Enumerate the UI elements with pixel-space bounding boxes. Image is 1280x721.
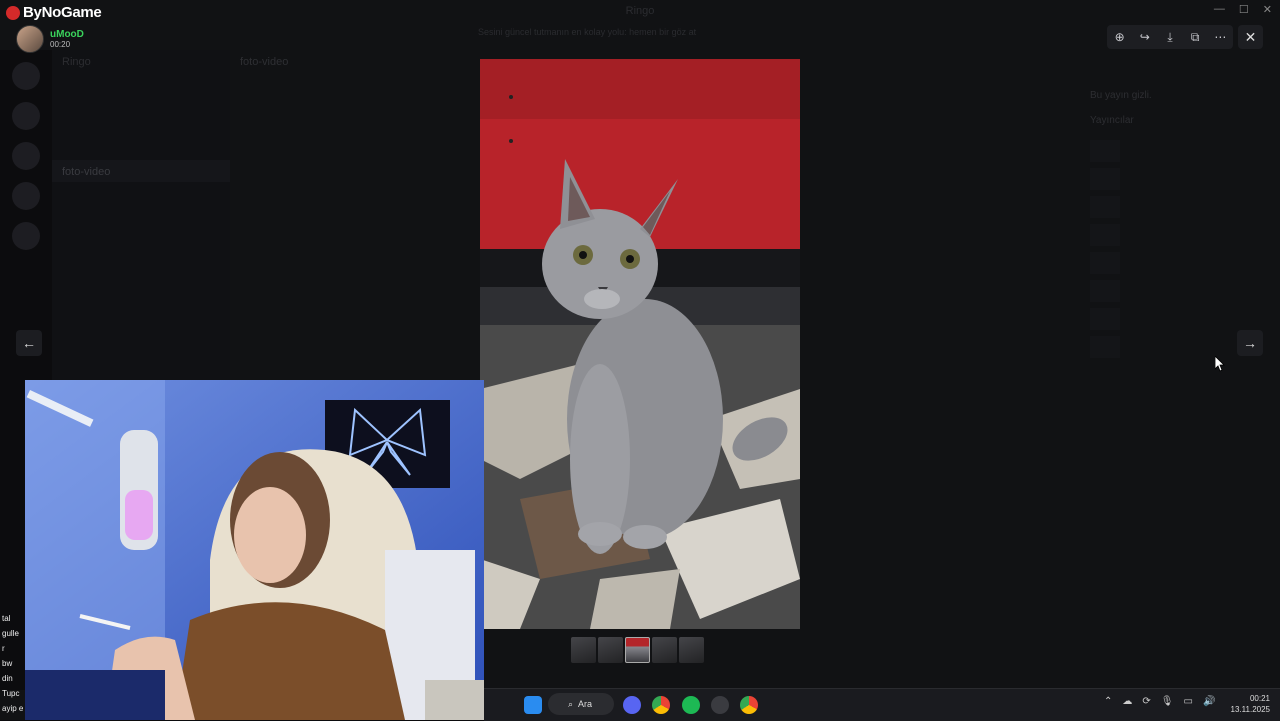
- webcam-overlay: [25, 380, 484, 720]
- window-close-button[interactable]: ✕: [1263, 3, 1272, 16]
- chevron-up-icon[interactable]: ⌃: [1104, 696, 1112, 707]
- server-icon: [12, 102, 40, 130]
- thumbnail[interactable]: [679, 637, 704, 663]
- chat-line: gulle: [2, 629, 19, 638]
- taskbar-search-label: Ara: [578, 699, 593, 709]
- system-tray: ⌃ ☁ ⟳ 🎙 ▭ 🔊: [1104, 696, 1215, 707]
- thumbnail[interactable]: [598, 637, 623, 663]
- thumbnail[interactable]: [571, 637, 596, 663]
- thumbnail-active[interactable]: [625, 637, 650, 663]
- chat-line: bw: [2, 659, 13, 668]
- background-right-title: Bu yayın gizli.: [1090, 90, 1152, 101]
- app-icon[interactable]: [711, 696, 729, 714]
- sync-icon[interactable]: ⟳: [1142, 696, 1150, 707]
- spotify-icon[interactable]: [682, 696, 700, 714]
- mouse-cursor-icon: [1215, 356, 1225, 372]
- minimize-button[interactable]: —: [1214, 3, 1225, 16]
- server-icon: [12, 142, 40, 170]
- clock-date: 13.11.2025: [1230, 705, 1270, 714]
- background-active-channel: foto-video: [52, 160, 230, 182]
- chat-line: r: [2, 644, 5, 653]
- background-right-panel: Bu yayın gizli. Yayıncılar: [1090, 90, 1270, 364]
- stream-brand: ByNoGame: [6, 4, 102, 21]
- viewer-toolbar: ⊕ ↪ ⤓ ⧉ ⋯: [1107, 25, 1233, 49]
- stream-chat-overlay: tal gulle r bw din Tupc ayip e: [2, 614, 28, 719]
- taskbar-clock[interactable]: 00:21 13.11.2025: [1226, 693, 1270, 715]
- thumbnail[interactable]: [652, 637, 677, 663]
- chat-line: Tupc: [2, 689, 20, 698]
- next-image-button[interactable]: →: [1237, 330, 1263, 356]
- chat-line: din: [2, 674, 13, 683]
- server-icon: [12, 62, 40, 90]
- brand-logo-icon: [6, 5, 20, 20]
- webcam-feed: [25, 380, 484, 720]
- viewer-close-button[interactable]: ✕: [1238, 25, 1263, 49]
- background-notice-bar: Sesini güncel tutmanın en kolay yolu: he…: [478, 27, 838, 41]
- clock-time: 00:21: [1249, 694, 1270, 703]
- windows-start-icon[interactable]: [524, 696, 542, 714]
- brand-name: ByNoGame: [23, 4, 102, 21]
- window-controls: — ☐ ✕: [1214, 3, 1272, 16]
- background-window-title: Ringo: [625, 5, 655, 17]
- chat-line: tal: [2, 614, 11, 623]
- previous-image-button[interactable]: ←: [16, 330, 42, 356]
- background-notice-text: Sesini güncel tutmanın en kolay yolu: he…: [478, 27, 697, 37]
- server-icon: [12, 182, 40, 210]
- viewer-image: [480, 59, 800, 629]
- chat-line: ayip e: [2, 704, 24, 713]
- search-icon: ⌕: [568, 698, 574, 709]
- network-icon[interactable]: ▭: [1183, 696, 1192, 707]
- microphone-icon[interactable]: 🎙: [1161, 696, 1174, 707]
- discord-icon[interactable]: [623, 696, 641, 714]
- download-icon[interactable]: ⤓: [1160, 30, 1180, 45]
- avatar: [16, 25, 44, 53]
- taskbar-search[interactable]: ⌕ Ara: [548, 693, 614, 715]
- streamer-chip: uMooD 00:20: [16, 25, 84, 53]
- chrome-profile-icon[interactable]: [740, 696, 758, 714]
- zoom-in-icon[interactable]: ⊕: [1110, 30, 1130, 44]
- cat-photo: [480, 59, 800, 629]
- background-right-sub: Yayıncılar: [1090, 115, 1134, 126]
- background-server-name: Ringo: [62, 56, 91, 68]
- streamer-username: uMooD: [50, 29, 84, 40]
- open-external-icon[interactable]: ⧉: [1185, 30, 1205, 45]
- chrome-icon[interactable]: [652, 696, 670, 714]
- server-icon: [12, 222, 40, 250]
- cloud-icon[interactable]: ☁: [1122, 696, 1132, 707]
- stream-elapsed-time: 00:20: [50, 40, 71, 49]
- thumbnail-strip: [571, 637, 704, 663]
- forward-icon[interactable]: ↪: [1135, 30, 1155, 44]
- volume-icon[interactable]: 🔊: [1203, 696, 1215, 707]
- maximize-button[interactable]: ☐: [1239, 3, 1249, 16]
- more-icon[interactable]: ⋯: [1210, 30, 1230, 44]
